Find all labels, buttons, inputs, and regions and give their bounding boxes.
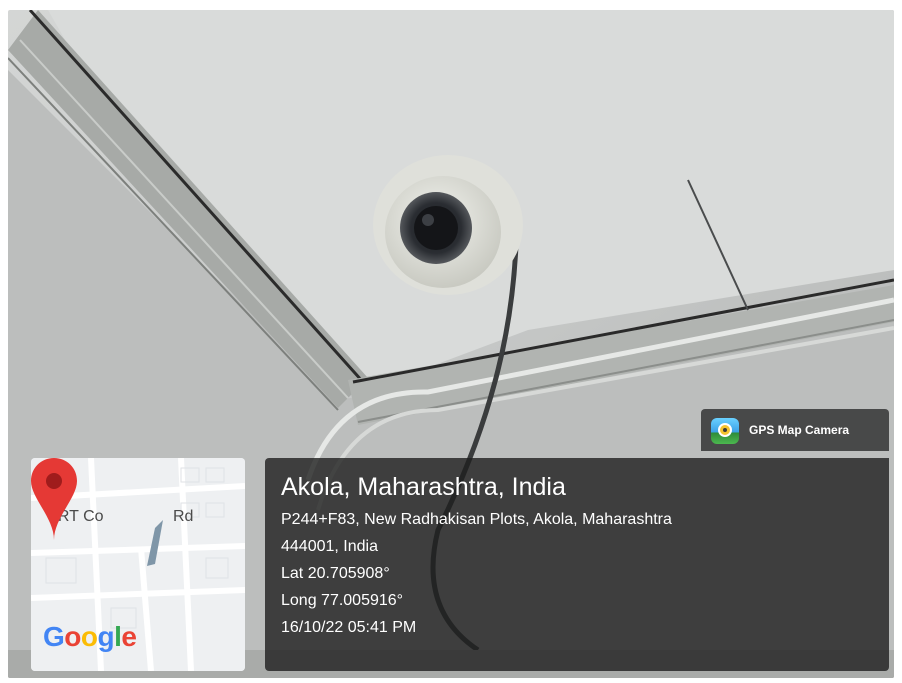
datetime-text: 16/10/22 05:41 PM [281,619,417,636]
map-pin-icon [31,458,77,540]
longitude-text: Long 77.005916° [281,592,404,609]
location-info-panel: Akola, Maharashtra, India P244+F83, New … [265,458,889,671]
address-line-1: P244+F83, New Radhakisan Plots, Akola, M… [281,511,672,528]
gps-map-camera-app-icon [711,418,739,444]
address-line-2: 444001, India [281,538,378,555]
map-thumbnail: LRT Co Rd Google [31,458,245,671]
app-watermark-tag: GPS Map Camera [701,409,889,451]
location-title: Akola, Maharashtra, India [281,473,566,501]
road-label-right: Rd [173,508,194,525]
google-logo: Google [43,621,137,652]
app-name: GPS Map Camera [749,423,850,437]
latitude-text: Lat 20.705908° [281,565,390,582]
